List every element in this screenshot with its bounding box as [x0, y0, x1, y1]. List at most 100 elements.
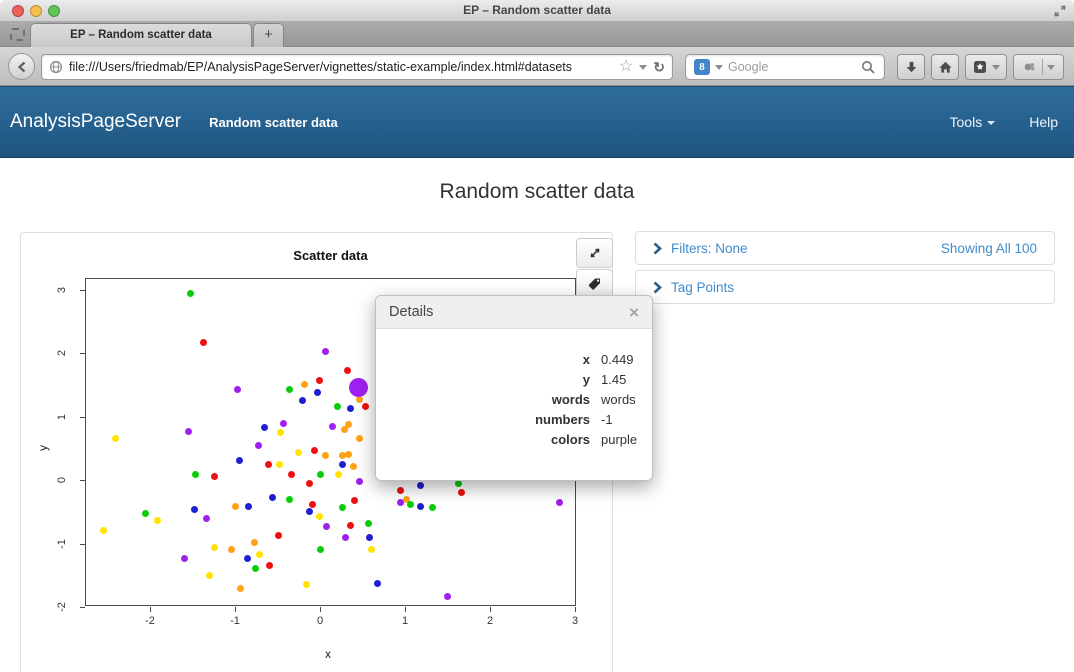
close-window-button[interactable]	[12, 5, 24, 17]
tab-active[interactable]: EP – Random scatter data	[30, 23, 252, 47]
new-tab-button[interactable]: +	[253, 23, 284, 47]
zoom-window-button[interactable]	[48, 5, 60, 17]
scatter-point[interactable]	[335, 471, 342, 478]
help-link[interactable]: Help	[1029, 114, 1058, 130]
scatter-point[interactable]	[275, 532, 282, 539]
scatter-point[interactable]	[306, 480, 313, 487]
scatter-point[interactable]	[458, 489, 465, 496]
search-bar[interactable]: 8 Google	[685, 54, 885, 80]
scatter-point[interactable]	[365, 520, 372, 527]
scatter-point[interactable]	[397, 499, 404, 506]
scatter-point[interactable]	[211, 473, 218, 480]
scatter-point[interactable]	[356, 478, 363, 485]
scatter-point[interactable]	[309, 501, 316, 508]
scatter-point[interactable]	[244, 555, 251, 562]
tag-points-accordion[interactable]: Tag Points	[635, 270, 1055, 304]
scatter-point[interactable]	[236, 457, 243, 464]
scatter-point[interactable]	[329, 423, 336, 430]
scatter-point[interactable]	[303, 581, 310, 588]
scatter-point[interactable]	[334, 403, 341, 410]
scatter-point[interactable]	[200, 339, 207, 346]
scatter-point[interactable]	[261, 424, 268, 431]
scatter-point[interactable]	[187, 290, 194, 297]
tab-groups-icon[interactable]	[10, 28, 25, 41]
scatter-point[interactable]	[276, 461, 283, 468]
scatter-point[interactable]	[100, 527, 107, 534]
scatter-point[interactable]	[316, 377, 323, 384]
scatter-point[interactable]	[311, 447, 318, 454]
scatter-point[interactable]	[356, 435, 363, 442]
scatter-point[interactable]	[288, 471, 295, 478]
downloads-button[interactable]	[897, 54, 925, 80]
scatter-point[interactable]	[256, 551, 263, 558]
scatter-point[interactable]	[112, 435, 119, 442]
scatter-point[interactable]	[206, 572, 213, 579]
scatter-point[interactable]	[322, 348, 329, 355]
scatter-point[interactable]	[556, 499, 563, 506]
bookmark-star-icon[interactable]: ☆	[619, 59, 633, 75]
minimize-window-button[interactable]	[30, 5, 42, 17]
scatter-point[interactable]	[316, 513, 323, 520]
scatter-point[interactable]	[397, 487, 404, 494]
scatter-point[interactable]	[356, 396, 363, 403]
scatter-point[interactable]	[417, 482, 424, 489]
reload-icon[interactable]: ↻	[653, 60, 665, 74]
scatter-point[interactable]	[234, 386, 241, 393]
scatter-point[interactable]	[192, 471, 199, 478]
scatter-point[interactable]	[181, 555, 188, 562]
bookmarks-menu-button[interactable]	[965, 54, 1007, 80]
scatter-point[interactable]	[295, 449, 302, 456]
close-icon[interactable]: ×	[629, 304, 639, 321]
back-button[interactable]	[8, 53, 35, 80]
scatter-point[interactable]	[366, 534, 373, 541]
home-button[interactable]	[931, 54, 959, 80]
scatter-point[interactable]	[251, 539, 258, 546]
scatter-point[interactable]	[368, 546, 375, 553]
scatter-point[interactable]	[344, 367, 351, 374]
scatter-point[interactable]	[286, 496, 293, 503]
scatter-point[interactable]	[347, 522, 354, 529]
scatter-point[interactable]	[339, 461, 346, 468]
scatter-point[interactable]	[429, 504, 436, 511]
scatter-point[interactable]	[237, 585, 244, 592]
google-logo-icon[interactable]: 8	[694, 59, 710, 75]
search-input[interactable]: Google	[728, 60, 856, 74]
scatter-point[interactable]	[347, 405, 354, 412]
scatter-point[interactable]	[351, 497, 358, 504]
addon-dropdown-icon[interactable]	[1047, 65, 1055, 70]
scatter-point[interactable]	[417, 503, 424, 510]
search-engine-dropdown-icon[interactable]	[715, 65, 723, 70]
tag-points-label[interactable]: Tag Points	[671, 280, 734, 295]
scatter-point[interactable]	[203, 515, 210, 522]
expand-plot-button[interactable]	[576, 238, 613, 268]
scatter-point[interactable]	[277, 429, 284, 436]
url-text[interactable]: file:///Users/friedmab/EP/AnalysisPageSe…	[69, 60, 615, 74]
scatter-point[interactable]	[362, 403, 369, 410]
scatter-point[interactable]	[341, 426, 348, 433]
tools-menu[interactable]: Tools	[950, 114, 996, 130]
scatter-point[interactable]	[301, 381, 308, 388]
filters-accordion[interactable]: Filters: None Showing All 100	[635, 231, 1055, 265]
scatter-point[interactable]	[407, 501, 414, 508]
scatter-point[interactable]	[280, 420, 287, 427]
app-brand[interactable]: AnalysisPageServer	[10, 111, 181, 133]
scatter-point[interactable]	[323, 523, 330, 530]
scatter-point[interactable]	[317, 471, 324, 478]
scatter-point[interactable]	[342, 534, 349, 541]
scatter-point[interactable]	[228, 546, 235, 553]
scatter-point[interactable]	[345, 451, 352, 458]
scatter-point[interactable]	[142, 510, 149, 517]
scatter-point[interactable]	[317, 546, 324, 553]
scatter-point[interactable]	[350, 463, 357, 470]
scatter-point[interactable]	[252, 565, 259, 572]
scatter-point[interactable]	[322, 452, 329, 459]
scatter-point[interactable]	[306, 508, 313, 515]
details-popup-header[interactable]: Details ×	[376, 296, 652, 329]
scatter-point[interactable]	[455, 480, 462, 487]
scatter-point[interactable]	[265, 461, 272, 468]
selected-scatter-point[interactable]	[349, 378, 368, 397]
scatter-point[interactable]	[314, 389, 321, 396]
scatter-point[interactable]	[339, 504, 346, 511]
scatter-point[interactable]	[269, 494, 276, 501]
scatter-point[interactable]	[299, 397, 306, 404]
